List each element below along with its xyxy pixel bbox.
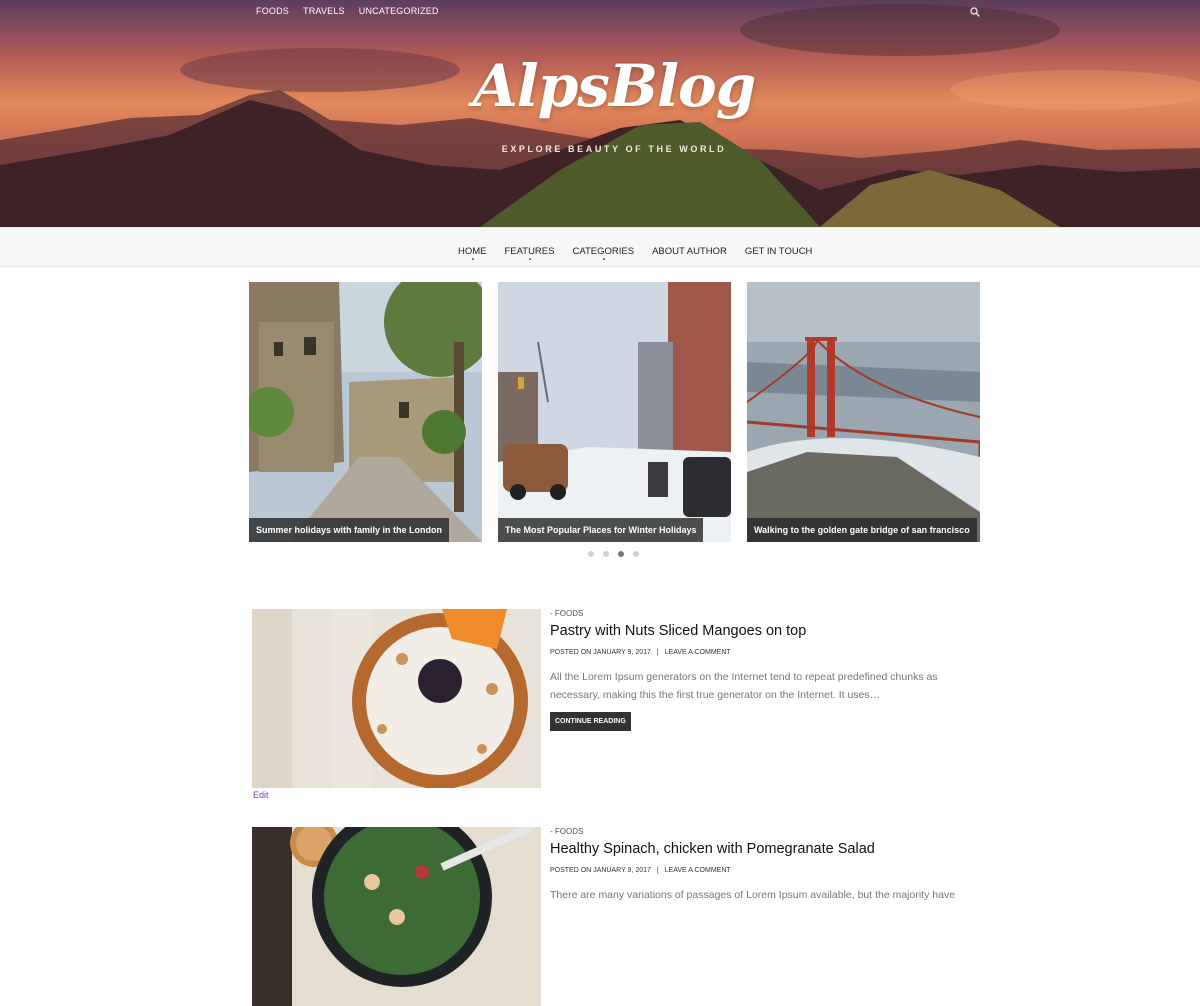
post-title[interactable]: Pastry with Nuts Sliced Mangoes on top (550, 623, 970, 639)
posted-on-label: POSTED ON (550, 867, 592, 874)
slide-caption[interactable]: Summer holidays with family in the Londo… (249, 518, 450, 542)
nav-link-features[interactable]: FEATURES (505, 246, 555, 257)
nav-item-home[interactable]: HOME (458, 241, 487, 260)
nav-link-home[interactable]: HOME (458, 246, 487, 257)
nav-item-get-in-touch[interactable]: GET IN TOUCH (745, 241, 813, 259)
pastry-image (252, 609, 541, 788)
posted-on-label: POSTED ON (550, 649, 592, 656)
top-nav-foods[interactable]: FOODS (256, 6, 289, 16)
submenu-indicator (472, 258, 475, 260)
slider-dot-4[interactable] (633, 551, 639, 557)
post-thumbnail[interactable] (252, 827, 541, 1006)
slide-village[interactable]: Summer holidays with family in the Londo… (249, 282, 482, 542)
nav-item-categories[interactable]: CATEGORIES (572, 241, 634, 260)
continue-reading-button[interactable]: CONTINUE READING (550, 712, 631, 731)
slide-caption[interactable]: Walking to the golden gate bridge of san… (747, 518, 977, 542)
post-meta: POSTED ON JANUARY 9, 2017 | LEAVE A COMM… (550, 867, 970, 874)
top-nav: FOODS TRAVELS UNCATEGORIZED (256, 6, 439, 16)
slider-dot-1[interactable] (588, 551, 594, 557)
header-hero: FOODS TRAVELS UNCATEGORIZED AlpsBlog EXP… (0, 0, 1200, 227)
meta-separator: | (656, 867, 659, 874)
post-date[interactable]: JANUARY 9, 2017 (593, 649, 651, 656)
search-icon[interactable] (970, 7, 980, 17)
post-category[interactable]: - FOODS (550, 609, 970, 618)
post-thumbnail[interactable] (252, 609, 541, 788)
submenu-indicator (529, 258, 532, 260)
top-nav-uncategorized[interactable]: UNCATEGORIZED (359, 6, 439, 16)
post-body: - FOODS Pastry with Nuts Sliced Mangoes … (550, 609, 970, 731)
top-nav-travels[interactable]: TRAVELS (303, 6, 345, 16)
post-date[interactable]: JANUARY 9, 2017 (593, 867, 651, 874)
site-logo[interactable]: AlpsBlog (0, 52, 1200, 120)
post-title[interactable]: Healthy Spinach, chicken with Pomegranat… (550, 841, 970, 857)
slider-pagination (588, 551, 639, 557)
slide-winter[interactable]: The Most Popular Places for Winter Holid… (498, 282, 731, 542)
post-body: - FOODS Healthy Spinach, chicken with Po… (550, 827, 970, 904)
nav-item-features[interactable]: FEATURES (505, 241, 555, 260)
winter-street-image (498, 282, 731, 542)
nav-link-get-in-touch[interactable]: GET IN TOUCH (745, 246, 813, 257)
main-nav: HOME FEATURES CATEGORIES ABOUT AUTHOR GE… (0, 227, 1200, 267)
village-street-image (249, 282, 482, 542)
meta-separator: | (656, 649, 659, 656)
post-category[interactable]: - FOODS (550, 827, 970, 836)
slider-dot-3[interactable] (618, 551, 624, 557)
slide-golden-gate[interactable]: Walking to the golden gate bridge of san… (747, 282, 980, 542)
post-excerpt: All the Lorem Ipsum generators on the In… (550, 671, 938, 701)
edit-link[interactable]: Edit (253, 790, 269, 800)
golden-gate-image (747, 282, 980, 542)
post-excerpt: There are many variations of passages of… (550, 889, 956, 901)
slide-caption[interactable]: The Most Popular Places for Winter Holid… (498, 518, 704, 542)
salad-image (252, 827, 541, 1006)
nav-link-categories[interactable]: CATEGORIES (572, 246, 634, 257)
site-tagline: EXPLORE BEAUTY OF THE WORLD (501, 144, 727, 154)
nav-link-about-author[interactable]: ABOUT AUTHOR (652, 246, 727, 257)
leave-comment-link[interactable]: LEAVE A COMMENT (665, 867, 731, 874)
post-meta: POSTED ON JANUARY 9, 2017 | LEAVE A COMM… (550, 649, 970, 656)
nav-item-about-author[interactable]: ABOUT AUTHOR (652, 241, 727, 259)
submenu-indicator (603, 258, 606, 260)
slider-dot-2[interactable] (603, 551, 609, 557)
leave-comment-link[interactable]: LEAVE A COMMENT (665, 649, 731, 656)
